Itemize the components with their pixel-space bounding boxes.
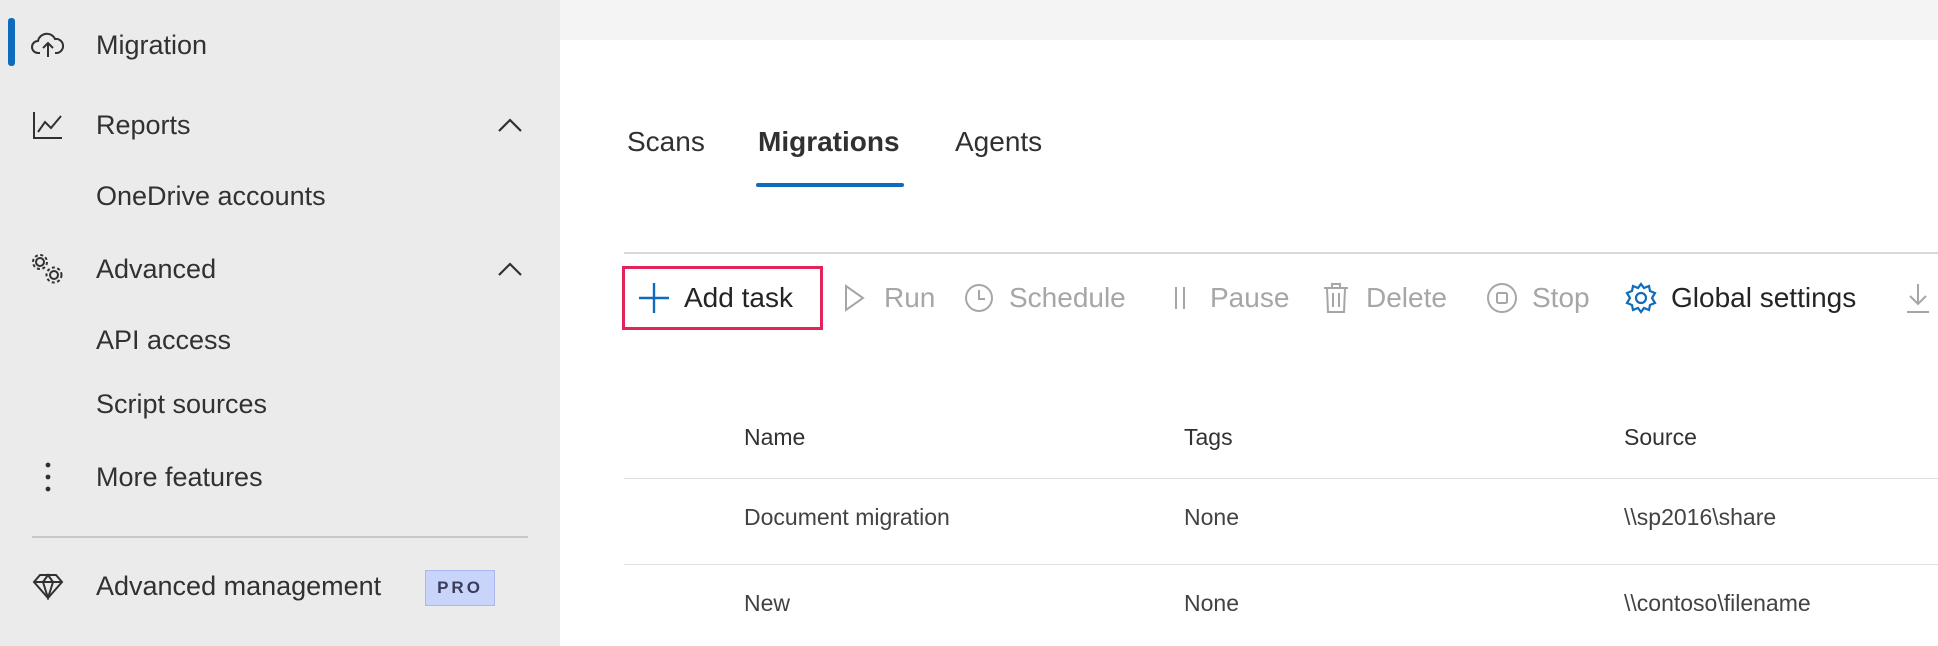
gears-icon bbox=[30, 251, 66, 287]
sidebar-item-label: Migration bbox=[96, 29, 208, 60]
pause-button[interactable]: Pause bbox=[1162, 272, 1289, 324]
column-header-source[interactable]: Source bbox=[1624, 424, 1697, 451]
clock-icon bbox=[961, 280, 997, 316]
pro-badge: PRO bbox=[425, 570, 495, 606]
tab-agents[interactable]: Agents bbox=[955, 126, 1042, 158]
column-header-tags[interactable]: Tags bbox=[1184, 424, 1233, 451]
delete-button[interactable]: Delete bbox=[1318, 272, 1447, 324]
sidebar-item-advanced[interactable]: Advanced bbox=[0, 241, 560, 297]
delete-label: Delete bbox=[1366, 282, 1447, 313]
run-button[interactable]: Run bbox=[836, 272, 935, 324]
schedule-button[interactable]: Schedule bbox=[961, 272, 1126, 324]
sidebar-item-api-access[interactable]: API access bbox=[96, 325, 231, 356]
sidebar-item-label: Advanced management bbox=[96, 570, 382, 601]
sidebar-item-label: Reports bbox=[96, 109, 191, 140]
play-icon bbox=[836, 280, 872, 316]
add-task-label: Add task bbox=[684, 282, 793, 313]
download-icon bbox=[1900, 280, 1936, 316]
sidebar-item-label: Advanced bbox=[96, 253, 217, 284]
trash-icon bbox=[1318, 280, 1354, 316]
stop-label: Stop bbox=[1532, 282, 1590, 313]
sidebar-item-reports[interactable]: Reports bbox=[0, 97, 560, 153]
line-chart-icon bbox=[30, 107, 66, 143]
schedule-label: Schedule bbox=[1009, 282, 1126, 313]
stop-button[interactable]: Stop bbox=[1484, 272, 1590, 324]
chevron-up-icon[interactable] bbox=[494, 109, 526, 141]
plus-icon bbox=[636, 280, 672, 316]
cell-name: Document migration bbox=[744, 504, 950, 530]
sidebar-item-migration[interactable]: Migration bbox=[0, 17, 560, 73]
sidebar-item-onedrive-accounts[interactable]: OneDrive accounts bbox=[96, 181, 326, 212]
cell-name: New bbox=[744, 590, 791, 616]
stop-icon bbox=[1484, 280, 1520, 316]
cell-source: \\sp2016\share bbox=[1624, 504, 1777, 530]
sidebar-item-label: More features bbox=[96, 461, 263, 492]
sidebar-item-more-features[interactable]: More features bbox=[0, 449, 560, 505]
tab-scans[interactable]: Scans bbox=[627, 126, 705, 158]
tab-migrations[interactable]: Migrations bbox=[758, 126, 900, 158]
sidebar-divider bbox=[32, 536, 528, 538]
gear-icon bbox=[1623, 280, 1659, 316]
cell-tags: None bbox=[1184, 504, 1239, 530]
cell-source: \\contoso\filename bbox=[1624, 590, 1811, 616]
row-divider bbox=[624, 564, 1938, 565]
tabs-divider bbox=[624, 252, 1938, 254]
more-vertical-icon bbox=[30, 459, 66, 495]
cell-tags: None bbox=[1184, 590, 1239, 616]
column-header-name[interactable]: Name bbox=[744, 424, 805, 451]
global-settings-button[interactable]: Global settings bbox=[1623, 272, 1856, 324]
pause-icon bbox=[1162, 280, 1198, 316]
sidebar: Migration Reports OneDrive accounts Adva… bbox=[0, 0, 560, 646]
cloud-upload-icon bbox=[30, 27, 66, 63]
active-tab-indicator bbox=[756, 183, 904, 187]
diamond-icon bbox=[30, 568, 66, 604]
chevron-up-icon[interactable] bbox=[494, 253, 526, 285]
run-label: Run bbox=[884, 282, 936, 313]
download-button[interactable] bbox=[1900, 272, 1938, 324]
add-task-button[interactable]: Add task bbox=[636, 272, 793, 324]
top-bar bbox=[560, 0, 1938, 40]
global-settings-label: Global settings bbox=[1671, 282, 1857, 313]
sidebar-item-script-sources[interactable]: Script sources bbox=[96, 389, 267, 420]
header-divider bbox=[624, 478, 1938, 479]
pause-label: Pause bbox=[1210, 282, 1290, 313]
